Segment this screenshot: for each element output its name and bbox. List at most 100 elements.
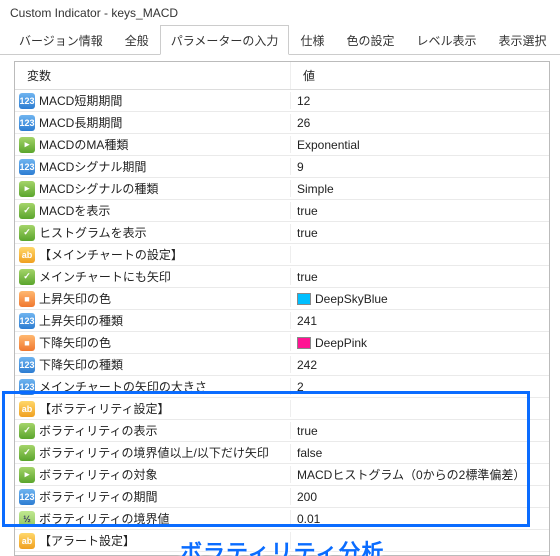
table-row[interactable]: ■上昇矢印の色DeepSkyBlue <box>15 288 549 310</box>
table-row[interactable]: 123下降矢印の種類 242 <box>15 354 549 376</box>
int-type-icon: 123 <box>19 379 35 395</box>
value-cell[interactable]: 0.01 <box>291 512 549 526</box>
table-row[interactable]: ✓メインチャートにも矢印true <box>15 266 549 288</box>
value-cell[interactable]: true <box>291 204 549 218</box>
table-row[interactable]: ✓ヒストグラムを表示 true <box>15 222 549 244</box>
str-type-icon: ab <box>19 247 35 263</box>
variable-name: 上昇矢印の色 <box>39 290 111 307</box>
table-row[interactable]: 123MACD長期期間26 <box>15 112 549 134</box>
tab-display[interactable]: 表示選択 <box>487 25 557 55</box>
table-row[interactable]: 123上昇矢印の種類241 <box>15 310 549 332</box>
variable-cell: ab【メインチャートの設定】 <box>15 246 291 263</box>
int-type-icon: 123 <box>19 159 35 175</box>
grid-body: 123MACD短期期間12123MACD長期期間26▸MACDのMA種類Expo… <box>15 90 549 556</box>
value-cell[interactable]: true <box>291 226 549 240</box>
bool-type-icon: ✓ <box>19 269 35 285</box>
variable-name: ボラティリティの表示 <box>39 422 158 439</box>
variable-cell: ✓ボラティリティの境界値以上/以下だけ矢印 <box>15 444 291 461</box>
str-type-icon: ab <box>19 401 35 417</box>
variable-name: MACD長期期間 <box>39 114 122 131</box>
value-cell[interactable]: 12 <box>291 94 549 108</box>
bool-type-icon: ✓ <box>19 203 35 219</box>
tab-parameters[interactable]: パラメーターの入力 <box>160 25 290 55</box>
tab-colors[interactable]: 色の設定 <box>335 25 405 55</box>
variable-cell: 123ボラティリティの期間 <box>15 488 291 505</box>
dbl-type-icon: ½ <box>19 511 35 527</box>
enum-type-icon: ▸ <box>19 467 35 483</box>
enum-type-icon: ▸ <box>19 181 35 197</box>
value-cell[interactable]: DeepSkyBlue <box>291 292 549 306</box>
tab-bar: バージョン情報 全般 パラメーターの入力 仕様 色の設定 レベル表示 表示選択 <box>0 24 560 55</box>
table-row[interactable]: ■下降矢印の色DeepPink <box>15 332 549 354</box>
table-row[interactable]: 123MACD短期期間 12 <box>15 90 549 112</box>
content-area: 変数 値 123MACD短期期間12123MACD長期期間26▸MACDのMA種… <box>0 55 560 556</box>
variable-name: MACDシグナル期間 <box>39 158 146 175</box>
table-row[interactable]: 123MACDシグナル期間9 <box>15 156 549 178</box>
table-row[interactable]: 123ボラティリティの期間200 <box>15 486 549 508</box>
int-type-icon: 123 <box>19 115 35 131</box>
variable-name: MACD短期期間 <box>39 92 122 109</box>
variable-cell: 123MACDシグナル期間 <box>15 158 291 175</box>
value-text: 242 <box>297 358 317 372</box>
value-cell[interactable]: MACDヒストグラム（0からの2標準偏差） <box>291 466 549 483</box>
variable-name: MACDのMA種類 <box>39 136 128 153</box>
tab-general[interactable]: 全般 <box>114 25 160 55</box>
variable-name: MACDシグナルの種類 <box>39 180 158 197</box>
value-text: true <box>297 270 318 284</box>
variable-cell: ✓ヒストグラムを表示 <box>15 224 291 241</box>
table-row[interactable]: ✓MACDを表示 true <box>15 200 549 222</box>
header-variable[interactable]: 変数 <box>15 62 291 89</box>
table-row[interactable]: ▸MACDのMA種類 Exponential <box>15 134 549 156</box>
value-cell[interactable]: 26 <box>291 116 549 130</box>
value-cell[interactable]: true <box>291 270 549 284</box>
variable-cell: ½ボラティリティの境界値 <box>15 510 291 527</box>
value-cell[interactable]: Simple <box>291 182 549 196</box>
variable-name: 下降矢印の色 <box>39 334 111 351</box>
table-row[interactable]: 123メインチャートの矢印の大きさ2 <box>15 376 549 398</box>
value-text: 12 <box>297 94 310 108</box>
value-cell[interactable]: 2 <box>291 380 549 394</box>
enum-type-icon: ▸ <box>19 137 35 153</box>
variable-name: MACDを表示 <box>39 202 110 219</box>
table-row[interactable]: ✓ボラティリティの境界値以上/以下だけ矢印false <box>15 442 549 464</box>
variable-name: 【メインチャートの設定】 <box>39 246 183 263</box>
variable-cell: ▸ボラティリティの対象 <box>15 466 291 483</box>
int-type-icon: 123 <box>19 93 35 109</box>
value-cell[interactable]: Exponential <box>291 138 549 152</box>
variable-cell: 123MACD長期期間 <box>15 114 291 131</box>
table-row[interactable]: ▸MACDシグナルの種類Simple <box>15 178 549 200</box>
table-row[interactable]: ab【ボラティリティ設定】 <box>15 398 549 420</box>
color-type-icon: ■ <box>19 291 35 307</box>
int-type-icon: 123 <box>19 357 35 373</box>
value-text: true <box>297 226 318 240</box>
value-cell[interactable]: 9 <box>291 160 549 174</box>
tab-spec[interactable]: 仕様 <box>289 25 335 55</box>
variable-cell: ■上昇矢印の色 <box>15 290 291 307</box>
variable-cell: ▸MACDシグナルの種類 <box>15 180 291 197</box>
value-cell[interactable]: true <box>291 424 549 438</box>
table-row[interactable]: ½ボラティリティの境界値0.01 <box>15 508 549 530</box>
window-title: Custom Indicator - keys_MACD <box>0 0 560 24</box>
int-type-icon: 123 <box>19 489 35 505</box>
variable-cell: 123下降矢印の種類 <box>15 356 291 373</box>
variable-cell: ✓ボラティリティの表示 <box>15 422 291 439</box>
table-row[interactable]: ✓ボラティリティの表示true <box>15 420 549 442</box>
table-row[interactable]: ab【メインチャートの設定】 <box>15 244 549 266</box>
value-cell[interactable]: 242 <box>291 358 549 372</box>
tab-version[interactable]: バージョン情報 <box>8 25 114 55</box>
value-cell[interactable]: DeepPink <box>291 336 549 350</box>
grid-header: 変数 値 <box>15 62 549 90</box>
header-value[interactable]: 値 <box>291 62 549 89</box>
value-cell[interactable]: 241 <box>291 314 549 328</box>
variable-cell: ▸MACDのMA種類 <box>15 136 291 153</box>
tab-levels[interactable]: レベル表示 <box>405 25 487 55</box>
table-row[interactable]: ▸ボラティリティの対象MACDヒストグラム（0からの2標準偏差） <box>15 464 549 486</box>
custom-indicator-window: Custom Indicator - keys_MACD バージョン情報 全般 … <box>0 0 560 556</box>
value-cell[interactable]: false <box>291 446 549 460</box>
variable-name: 上昇矢印の種類 <box>39 312 123 329</box>
value-text: Exponential <box>297 138 360 152</box>
variable-name: 【ボラティリティ設定】 <box>39 400 170 417</box>
value-text: DeepPink <box>315 336 367 350</box>
bool-type-icon: ✓ <box>19 423 35 439</box>
value-cell[interactable]: 200 <box>291 490 549 504</box>
